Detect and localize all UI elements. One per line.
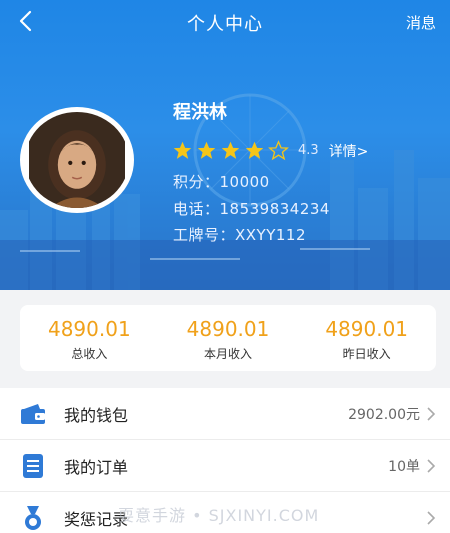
rating-detail-link[interactable]: 详情>: [329, 141, 369, 161]
star-filled-icon: [245, 141, 264, 159]
rating-value: 4.3: [298, 143, 319, 158]
stat-label: 本月收入: [204, 347, 253, 361]
star-filled-icon: [173, 141, 192, 159]
menu-item-wallet[interactable]: 我的钱包 2902.00元: [0, 388, 450, 440]
stat-label: 昨日收入: [342, 347, 391, 361]
menu-item-label: 我的钱包: [64, 405, 129, 425]
star-rating: 4.3 详情>: [172, 140, 368, 161]
chevron-right-icon: [427, 458, 436, 473]
medal-icon: [25, 506, 41, 530]
order-list-icon: [23, 453, 43, 478]
top-bar: 个人中心 消息: [0, 0, 450, 42]
badge-number-text: 工牌号：XXYY112: [173, 226, 307, 244]
profile-header: 个人中心 消息 程洪林 4.3 详情> 积分：10000 电话：18539834…: [0, 0, 450, 290]
stat-total-income[interactable]: 4890.01 总收入: [20, 305, 159, 371]
profile-page: 个人中心 消息 程洪林 4.3 详情> 积分：10000 电话：18539834…: [0, 0, 450, 533]
stat-yesterday-income[interactable]: 4890.01 昨日收入: [297, 305, 436, 371]
menu-item-label: 我的订单: [64, 457, 129, 477]
points-text: 积分：10000: [173, 173, 270, 191]
page-title: 个人中心: [187, 14, 263, 35]
chevron-right-icon: [427, 511, 436, 525]
chevron-right-icon: [427, 406, 436, 421]
stat-value: 4890.01: [325, 317, 409, 341]
star-filled-icon: [221, 141, 240, 159]
star-filled-icon: [197, 141, 216, 159]
phone-text: 电话：18539834234: [173, 200, 330, 218]
avatar-photo: [29, 112, 125, 208]
order-count: 10单: [388, 458, 420, 475]
wallet-icon: [21, 403, 45, 424]
wallet-balance: 2902.00元: [348, 406, 420, 423]
menu-item-orders[interactable]: 我的订单 10单: [0, 440, 450, 492]
avatar[interactable]: [20, 107, 134, 213]
watermark: 耍意手游 • SJXINYI.COM: [118, 506, 320, 525]
messages-button[interactable]: 消息: [406, 12, 436, 33]
stat-label: 总收入: [71, 347, 108, 361]
stat-month-income[interactable]: 4890.01 本月收入: [159, 305, 298, 371]
user-name: 程洪林: [173, 102, 227, 123]
income-stats-card: 4890.01 总收入 4890.01 本月收入 4890.01 昨日收入: [20, 305, 436, 371]
star-empty-icon: [268, 140, 289, 161]
stat-value: 4890.01: [186, 317, 270, 341]
stat-value: 4890.01: [47, 317, 131, 341]
